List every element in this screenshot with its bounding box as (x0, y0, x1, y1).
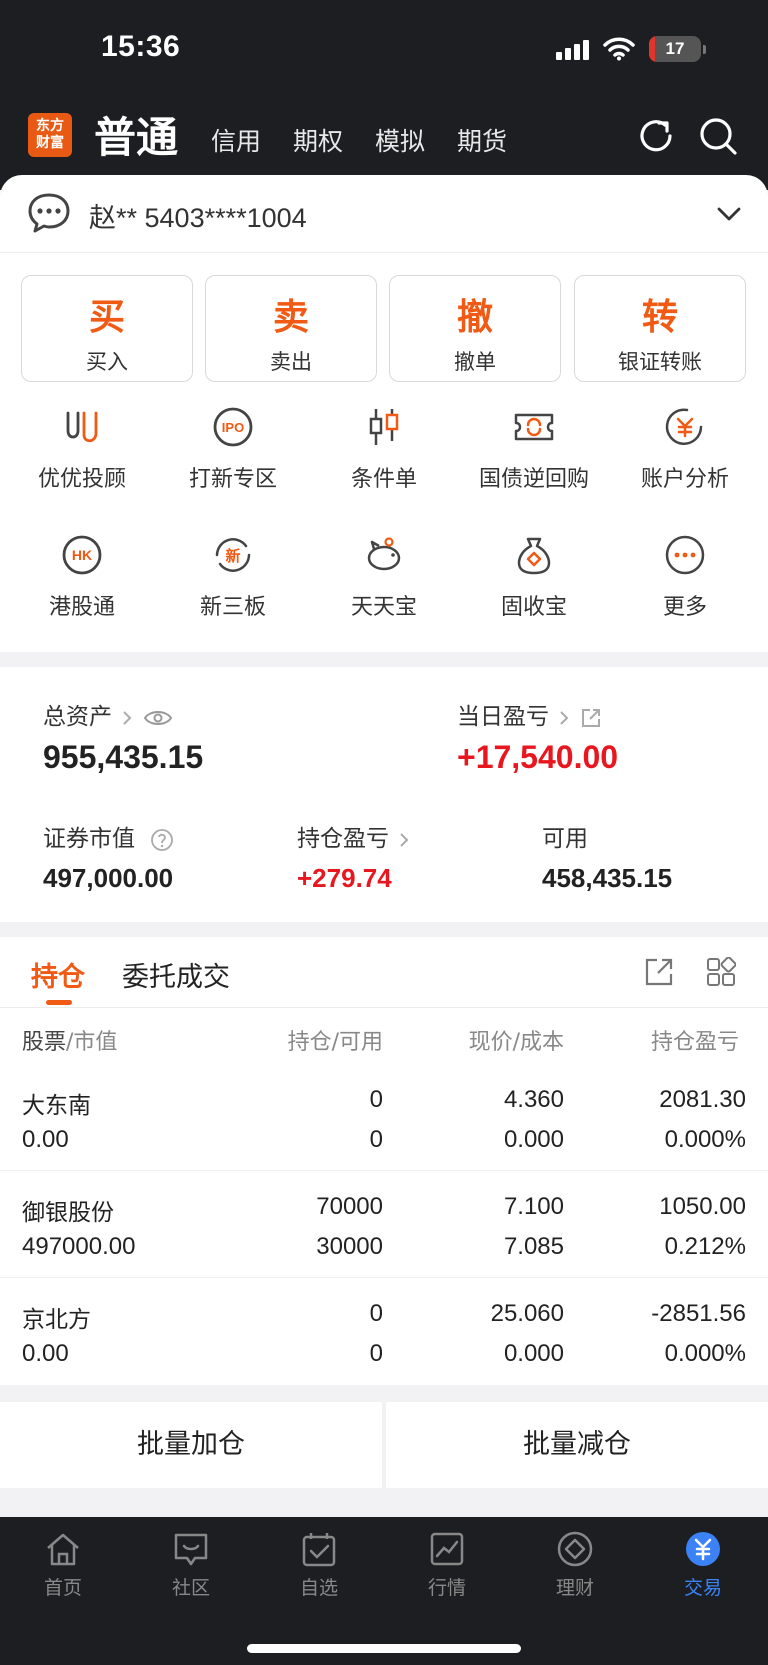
market-value-label: 证券市值 (43, 819, 174, 853)
svg-text:HK: HK (72, 547, 92, 563)
candlestick-icon (369, 409, 399, 445)
nav-market[interactable]: 行情 (387, 1529, 507, 1600)
table-row[interactable]: 御银股份 497000.00 70000 30000 7.100 7.085 1… (0, 1171, 768, 1278)
tab-positions[interactable]: 持仓 (31, 955, 85, 994)
market-icon (430, 1532, 464, 1566)
grid-item-reverse-repo[interactable]: 国债逆回购 (459, 405, 609, 493)
layout-grid-icon[interactable] (706, 957, 736, 987)
status-time: 15:36 (101, 30, 181, 63)
ticket-refresh-icon (514, 413, 554, 441)
chevron-down-icon[interactable] (716, 201, 742, 227)
uu-icon (66, 411, 98, 443)
holdings-panel: 持仓 委托成交 股票/市值 持仓/可用 现价/成本 持仓盈亏 大东南 0.00 … (0, 937, 768, 1385)
home-indicator[interactable] (247, 1644, 521, 1653)
community-icon (174, 1533, 208, 1566)
nav-home[interactable]: 首页 (3, 1529, 123, 1600)
asset-summary: 总资产 955,435.15 当日盈亏 +17,540.00 证券市值 497,… (0, 667, 768, 922)
battery-icon: 17 (649, 36, 701, 62)
status-icons: 17 (556, 36, 706, 62)
more-icon (665, 535, 705, 575)
wealth-icon (557, 1531, 593, 1567)
money-bag-icon (517, 537, 551, 575)
grid-item-uu-advisor[interactable]: 优优投顾 (7, 405, 157, 493)
tab-options[interactable]: 期权 (293, 122, 343, 158)
tab-normal[interactable]: 普通 (94, 104, 178, 165)
tab-simulation[interactable]: 模拟 (375, 122, 425, 158)
nav-community[interactable]: 社区 (131, 1529, 251, 1600)
eye-icon[interactable] (143, 708, 173, 728)
table-row[interactable]: 大东南 0.00 0 0 4.360 0.000 2081.30 0.000% (0, 1064, 768, 1171)
grid-item-hk-connect[interactable]: HK 港股通 (7, 533, 157, 621)
daily-pl-value: +17,540.00 (457, 739, 619, 775)
trade-panel: 赵** 5403****1004 买 买入 卖 卖出 撤 撤单 转 银证转账 优… (0, 175, 768, 652)
col-header-stock: 股票/市值 (22, 1030, 118, 1055)
sell-button[interactable]: 卖 卖出 (205, 275, 377, 382)
app-logo: 东方 财富 (28, 113, 72, 157)
cancel-order-button[interactable]: 撤 撤单 (389, 275, 561, 382)
tab-indicator (46, 1000, 72, 1005)
total-assets-value: 955,435.15 (43, 739, 204, 775)
hk-icon: HK (62, 535, 102, 575)
message-icon[interactable] (26, 191, 72, 235)
chevron-right-icon (560, 710, 569, 725)
table-row[interactable]: 京北方 0.00 0 0 25.060 0.000 -2851.56 0.000… (0, 1278, 768, 1385)
bottom-nav: 首页 社区 自选 行情 理财 交易 (0, 1517, 768, 1665)
trade-icon (686, 1532, 720, 1566)
available-value: 458,435.15 (542, 863, 673, 893)
grid-item-fixed-income[interactable]: 固收宝 (459, 533, 609, 621)
help-icon[interactable] (150, 828, 174, 852)
yuan-chart-icon (665, 408, 703, 445)
svg-text:新: 新 (225, 547, 240, 565)
account-selector[interactable]: 赵** 5403****1004 (0, 175, 768, 253)
piggy-bank-icon (367, 537, 401, 571)
grid-item-account-analysis[interactable]: 账户分析 (610, 405, 760, 493)
tab-orders[interactable]: 委托成交 (122, 955, 230, 994)
total-assets-link[interactable]: 总资产 (43, 697, 173, 731)
grid-item-tiantianbao[interactable]: 天天宝 (309, 533, 459, 621)
grid-item-new-otc[interactable]: 新 新三板 (158, 533, 308, 621)
bank-transfer-button[interactable]: 转 银证转账 (574, 275, 746, 382)
account-number: 赵** 5403****1004 (89, 203, 307, 233)
share-icon[interactable] (644, 957, 674, 987)
watchlist-icon (302, 1533, 336, 1567)
market-value: 497,000.00 (43, 863, 174, 893)
nav-watchlist[interactable]: 自选 (259, 1529, 379, 1600)
refresh-icon[interactable] (634, 114, 678, 158)
nav-wealth[interactable]: 理财 (515, 1529, 635, 1600)
col-header-pl: 持仓盈亏 (651, 1030, 740, 1055)
grid-item-ipo[interactable]: IPO 打新专区 (158, 405, 308, 493)
wifi-icon (603, 37, 635, 61)
grid-item-conditional-order[interactable]: 条件单 (309, 405, 459, 493)
nav-trade[interactable]: 交易 (643, 1529, 763, 1600)
svg-text:IPO: IPO (222, 420, 244, 435)
search-icon[interactable] (696, 114, 740, 158)
ipo-icon: IPO (213, 407, 253, 447)
daily-pl-link[interactable]: 当日盈亏 (457, 697, 602, 731)
chevron-right-icon (400, 832, 409, 847)
col-header-price: 现价/成本 (468, 1030, 564, 1055)
header: 东方 财富 普通 信用 期权 模拟 期货 (0, 104, 768, 164)
batch-reduce-button[interactable]: 批量减仓 (386, 1402, 768, 1488)
position-pl-link[interactable]: 持仓盈亏 (297, 819, 412, 853)
available-label: 可用 (542, 826, 588, 852)
chevron-right-icon (123, 710, 132, 725)
tab-credit[interactable]: 信用 (211, 122, 261, 158)
external-link-icon[interactable] (580, 707, 602, 729)
buy-button[interactable]: 买 买入 (21, 275, 193, 382)
position-pl-value: +279.74 (297, 863, 392, 893)
home-icon (47, 1533, 79, 1566)
grid-item-more[interactable]: 更多 (610, 533, 760, 621)
col-header-position: 持仓/可用 (287, 1030, 383, 1055)
batch-add-button[interactable]: 批量加仓 (0, 1402, 382, 1488)
tab-futures[interactable]: 期货 (457, 122, 507, 158)
new-board-icon: 新 (215, 538, 251, 572)
cellular-signal-icon (556, 38, 589, 60)
